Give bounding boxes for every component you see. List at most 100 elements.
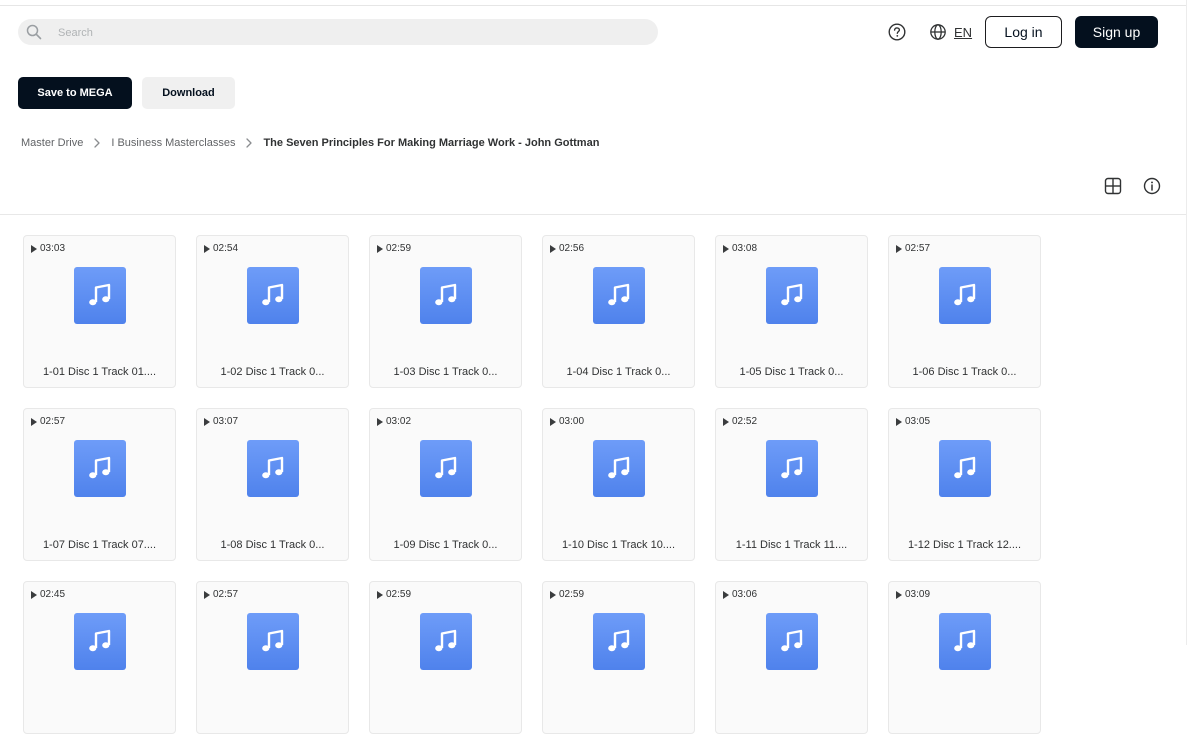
duration-badge: 03:00 bbox=[550, 416, 584, 427]
duration-text: 02:59 bbox=[386, 589, 412, 600]
help-circle-icon[interactable] bbox=[887, 22, 907, 42]
duration-badge: 02:54 bbox=[204, 243, 238, 254]
play-icon bbox=[31, 244, 37, 253]
duration-text: 03:00 bbox=[559, 416, 585, 427]
music-file-thumbnail bbox=[74, 613, 126, 670]
duration-text: 02:54 bbox=[213, 243, 239, 254]
duration-badge: 02:57 bbox=[31, 416, 65, 427]
music-note-icon bbox=[781, 456, 803, 479]
duration-text: 03:02 bbox=[386, 416, 412, 427]
music-note-icon bbox=[435, 456, 457, 479]
save-to-mega-button[interactable]: Save to MEGA bbox=[18, 77, 132, 109]
music-file-thumbnail bbox=[74, 440, 126, 497]
file-card[interactable]: 03:09 bbox=[888, 581, 1041, 734]
file-card[interactable]: 02:57 1-07 Disc 1 Track 07.... bbox=[23, 408, 176, 561]
file-card[interactable]: 02:56 1-04 Disc 1 Track 0... bbox=[542, 235, 695, 388]
file-card[interactable]: 02:59 1-03 Disc 1 Track 0... bbox=[369, 235, 522, 388]
play-icon bbox=[723, 590, 729, 599]
music-file-thumbnail bbox=[247, 440, 299, 497]
duration-text: 03:08 bbox=[732, 243, 758, 254]
download-button[interactable]: Download bbox=[142, 77, 235, 109]
music-file-thumbnail bbox=[593, 267, 645, 324]
file-name: 1-03 Disc 1 Track 0... bbox=[393, 366, 498, 378]
duration-badge: 02:59 bbox=[550, 589, 584, 600]
file-name: 1-04 Disc 1 Track 0... bbox=[566, 366, 671, 378]
play-icon bbox=[723, 417, 729, 426]
music-note-icon bbox=[89, 629, 111, 652]
duration-text: 02:52 bbox=[732, 416, 758, 427]
duration-badge: 02:52 bbox=[723, 416, 757, 427]
duration-text: 03:07 bbox=[213, 416, 239, 427]
file-card[interactable]: 02:57 bbox=[196, 581, 349, 734]
search-bar[interactable] bbox=[18, 19, 658, 45]
breadcrumb-item-business-masterclasses[interactable]: I Business Masterclasses bbox=[111, 137, 235, 149]
file-card[interactable]: 03:08 1-05 Disc 1 Track 0... bbox=[715, 235, 868, 388]
play-icon bbox=[31, 590, 37, 599]
duration-badge: 03:02 bbox=[377, 416, 411, 427]
file-card[interactable]: 02:45 bbox=[23, 581, 176, 734]
duration-badge: 02:59 bbox=[377, 589, 411, 600]
file-card[interactable]: 03:02 1-09 Disc 1 Track 0... bbox=[369, 408, 522, 561]
music-file-thumbnail bbox=[247, 267, 299, 324]
file-name: 1-07 Disc 1 Track 07.... bbox=[42, 539, 157, 551]
duration-text: 02:59 bbox=[559, 589, 585, 600]
music-file-thumbnail bbox=[247, 613, 299, 670]
duration-text: 03:05 bbox=[905, 416, 931, 427]
music-file-thumbnail bbox=[420, 613, 472, 670]
file-card[interactable]: 02:59 bbox=[542, 581, 695, 734]
file-name: 1-02 Disc 1 Track 0... bbox=[220, 366, 325, 378]
duration-text: 02:57 bbox=[905, 243, 931, 254]
duration-text: 02:57 bbox=[213, 589, 239, 600]
language-code[interactable]: EN bbox=[954, 25, 972, 40]
file-card[interactable]: 02:52 1-11 Disc 1 Track 11.... bbox=[715, 408, 868, 561]
file-card[interactable]: 03:05 1-12 Disc 1 Track 12.... bbox=[888, 408, 1041, 561]
search-input[interactable] bbox=[56, 23, 650, 43]
duration-text: 02:57 bbox=[40, 416, 66, 427]
music-note-icon bbox=[89, 456, 111, 479]
globe-icon bbox=[930, 24, 946, 40]
music-note-icon bbox=[608, 283, 630, 306]
file-card[interactable]: 02:59 bbox=[369, 581, 522, 734]
music-note-icon bbox=[954, 283, 976, 306]
music-note-icon bbox=[435, 283, 457, 306]
file-name: 1-09 Disc 1 Track 0... bbox=[393, 539, 498, 551]
file-card[interactable]: 02:54 1-02 Disc 1 Track 0... bbox=[196, 235, 349, 388]
music-file-thumbnail bbox=[74, 267, 126, 324]
music-note-icon bbox=[262, 283, 284, 306]
info-icon[interactable] bbox=[1143, 177, 1161, 195]
music-note-icon bbox=[89, 283, 111, 306]
play-icon bbox=[377, 244, 383, 253]
music-note-icon bbox=[954, 456, 976, 479]
music-file-thumbnail bbox=[939, 613, 991, 670]
file-card[interactable]: 02:57 1-06 Disc 1 Track 0... bbox=[888, 235, 1041, 388]
chevron-right-icon bbox=[245, 138, 253, 148]
play-icon bbox=[723, 244, 729, 253]
play-icon bbox=[204, 417, 210, 426]
music-note-icon bbox=[781, 283, 803, 306]
music-file-thumbnail bbox=[766, 440, 818, 497]
music-file-thumbnail bbox=[593, 440, 645, 497]
file-name: 1-01 Disc 1 Track 01.... bbox=[42, 366, 157, 378]
file-card[interactable]: 03:07 1-08 Disc 1 Track 0... bbox=[196, 408, 349, 561]
language-selector[interactable]: EN bbox=[929, 22, 972, 42]
file-card[interactable]: 03:06 bbox=[715, 581, 868, 734]
signup-button[interactable]: Sign up bbox=[1075, 16, 1158, 48]
file-name: 1-05 Disc 1 Track 0... bbox=[739, 366, 844, 378]
file-card[interactable]: 03:00 1-10 Disc 1 Track 10.... bbox=[542, 408, 695, 561]
breadcrumb-item-master-drive[interactable]: Master Drive bbox=[21, 137, 83, 149]
music-note-icon bbox=[608, 456, 630, 479]
file-card[interactable]: 03:03 1-01 Disc 1 Track 01.... bbox=[23, 235, 176, 388]
music-file-thumbnail bbox=[766, 613, 818, 670]
duration-badge: 03:06 bbox=[723, 589, 757, 600]
music-note-icon bbox=[608, 629, 630, 652]
breadcrumb: Master Drive I Business Masterclasses Th… bbox=[21, 135, 599, 151]
search-icon bbox=[26, 24, 42, 40]
login-button[interactable]: Log in bbox=[985, 16, 1062, 48]
grid-view-icon[interactable] bbox=[1104, 177, 1122, 195]
play-icon bbox=[896, 590, 902, 599]
breadcrumb-item-current-folder: The Seven Principles For Making Marriage… bbox=[263, 137, 600, 149]
duration-badge: 02:59 bbox=[377, 243, 411, 254]
music-note-icon bbox=[954, 629, 976, 652]
play-icon bbox=[377, 590, 383, 599]
play-icon bbox=[550, 244, 556, 253]
